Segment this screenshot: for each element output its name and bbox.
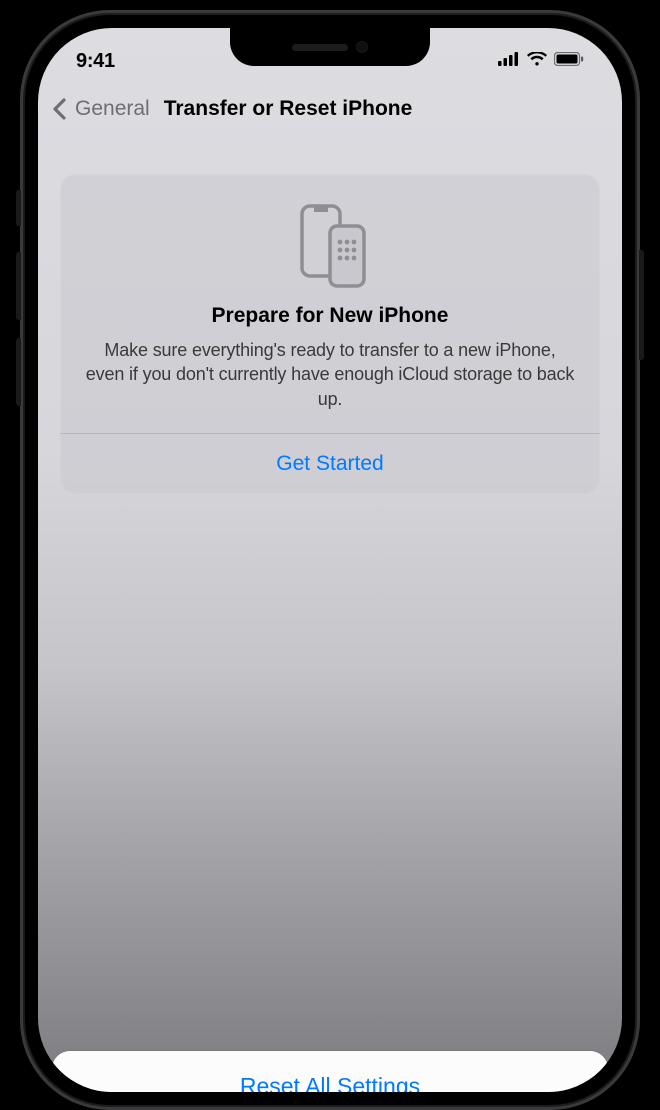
back-button-label[interactable]: General bbox=[75, 97, 150, 121]
prepare-card: Prepare for New iPhone Make sure everyth… bbox=[60, 174, 600, 494]
notch bbox=[230, 28, 430, 66]
page-title: Transfer or Reset iPhone bbox=[164, 97, 413, 121]
cellular-signal-icon bbox=[498, 52, 520, 71]
volume-up-button[interactable] bbox=[16, 252, 21, 320]
speaker-grille bbox=[292, 44, 348, 51]
reset-all-settings-button[interactable]: Reset All Settings bbox=[52, 1051, 608, 1092]
wifi-icon bbox=[527, 52, 547, 71]
prepare-card-body: Prepare for New iPhone Make sure everyth… bbox=[60, 174, 600, 433]
prepare-card-title: Prepare for New iPhone bbox=[84, 304, 576, 328]
silence-switch[interactable] bbox=[16, 190, 21, 226]
volume-down-button[interactable] bbox=[16, 338, 21, 406]
navigation-bar: General Transfer or Reset iPhone bbox=[38, 84, 622, 134]
get-started-button[interactable]: Get Started bbox=[60, 434, 600, 494]
back-chevron-icon[interactable] bbox=[52, 98, 67, 120]
transfer-devices-icon bbox=[280, 202, 380, 288]
power-button[interactable] bbox=[639, 250, 644, 360]
status-time: 9:41 bbox=[76, 50, 115, 73]
reset-action-sheet: Reset All Settings Reset Network Setting… bbox=[52, 1051, 608, 1092]
status-icons bbox=[498, 52, 584, 71]
phone-frame: 9:41 bbox=[20, 10, 640, 1110]
battery-icon bbox=[554, 52, 584, 71]
front-camera bbox=[356, 41, 368, 53]
prepare-card-description: Make sure everything's ready to transfer… bbox=[84, 338, 576, 411]
screen: 9:41 bbox=[38, 28, 622, 1092]
content-area: Prepare for New iPhone Make sure everyth… bbox=[38, 134, 622, 494]
side-buttons-right bbox=[639, 250, 644, 360]
